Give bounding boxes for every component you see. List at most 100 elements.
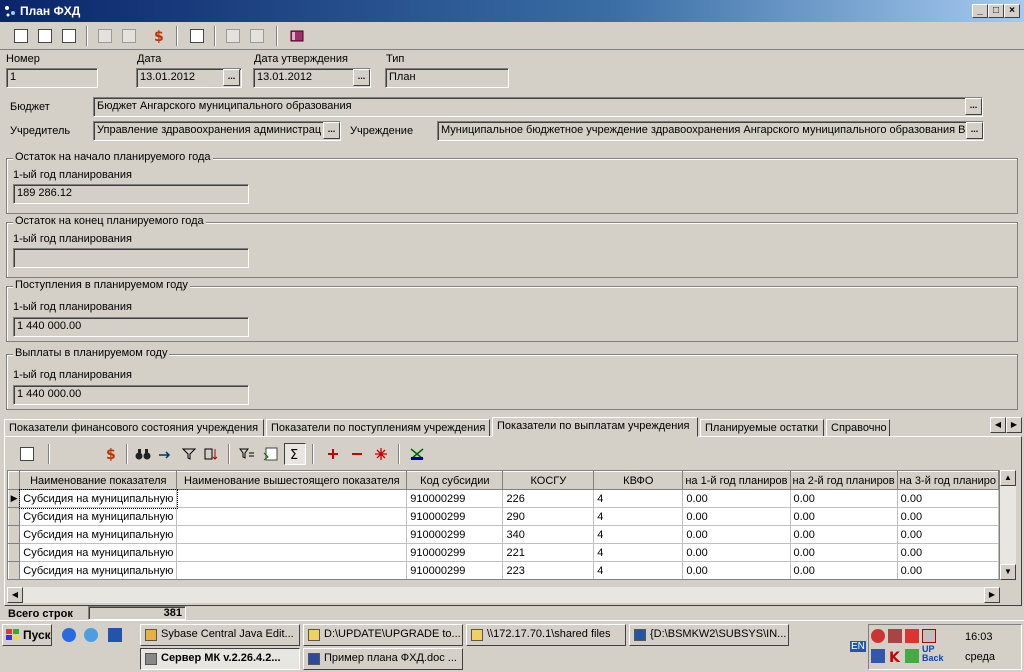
- cell-indicator-name[interactable]: Субсидия на муниципальную: [18, 488, 178, 509]
- cell-kosgu[interactable]: 226: [502, 489, 595, 508]
- cell-subsidy-code[interactable]: 910000299: [406, 561, 504, 579]
- col-indicator-name[interactable]: Наименование показателя: [19, 471, 178, 490]
- book-icon[interactable]: [286, 25, 308, 47]
- founder-field[interactable]: Управление здравоохранения администрац: [93, 121, 341, 141]
- institution-select-button[interactable]: ...: [966, 122, 983, 139]
- calculator-icon[interactable]: [260, 443, 282, 465]
- ie-icon[interactable]: [62, 628, 76, 642]
- row-indicator[interactable]: [8, 543, 21, 562]
- scroll-left-icon[interactable]: ◀: [7, 587, 23, 603]
- cell-subsidy-code[interactable]: 910000299: [406, 525, 504, 544]
- cell-subsidy-code[interactable]: 910000299: [406, 507, 504, 526]
- table-row[interactable]: Субсидия на муниципальную 910000299 340 4 0.…: [8, 525, 999, 544]
- tab-scroll-left-icon[interactable]: ◀: [990, 417, 1006, 433]
- cell-kosgu[interactable]: 340: [502, 525, 595, 544]
- approve-icon[interactable]: [94, 25, 116, 47]
- date-picker-button[interactable]: ...: [223, 69, 240, 86]
- number-field[interactable]: 1: [6, 68, 98, 88]
- start-button[interactable]: Пуск: [2, 624, 52, 646]
- scroll-right-icon[interactable]: ▶: [984, 587, 1000, 603]
- filter-equals-icon[interactable]: [236, 443, 258, 465]
- cell-parent-indicator[interactable]: [176, 489, 408, 508]
- money-icon[interactable]: $: [148, 25, 170, 47]
- founder-select-button[interactable]: ...: [323, 122, 340, 139]
- cell-kvfo[interactable]: 4: [593, 507, 684, 526]
- minimize-button[interactable]: _: [972, 4, 988, 18]
- cell-parent-indicator[interactable]: [176, 507, 408, 526]
- taskbar-word-doc[interactable]: Пример плана ФХД.doc ...: [303, 648, 463, 670]
- table-row[interactable]: ▶ Субсидия на муниципальную 910000299 226 4 0…: [8, 488, 999, 509]
- col-parent-indicator[interactable]: Наименование вышестоящего показателя: [176, 471, 408, 490]
- tab-receipts[interactable]: Показатели по поступлениям учреждения: [266, 419, 490, 437]
- cell-year-2[interactable]: 0.00: [790, 525, 898, 544]
- print-icon[interactable]: [10, 25, 32, 47]
- tab-scroll-right-icon[interactable]: ▶: [1006, 417, 1022, 433]
- cell-year-2[interactable]: 0.00: [790, 507, 898, 526]
- money-icon[interactable]: $: [100, 443, 122, 465]
- col-kosgu[interactable]: КОСГУ: [502, 471, 595, 490]
- cell-subsidy-code[interactable]: 910000299: [406, 489, 504, 508]
- tray-r-icon[interactable]: [922, 629, 936, 643]
- grid-horizontal-scrollbar[interactable]: ◀ ▶: [7, 587, 1000, 603]
- delete-row-icon[interactable]: [346, 443, 368, 465]
- kaspersky-icon[interactable]: K: [888, 649, 902, 666]
- upback-icon[interactable]: UP Back: [922, 645, 944, 665]
- delete-all-icon[interactable]: [370, 443, 392, 465]
- cell-year-1[interactable]: 0.00: [682, 543, 791, 562]
- app-launcher-icon[interactable]: [108, 628, 122, 642]
- approval-date-picker-button[interactable]: ...: [353, 69, 370, 86]
- table-row[interactable]: Субсидия на муниципальную 910000299 223 4 0.…: [8, 561, 999, 579]
- current-row-indicator-icon[interactable]: ▶: [8, 489, 21, 508]
- taskbar-server-mk[interactable]: Сервер МК v.2.26.4.2...: [140, 648, 300, 670]
- cell-parent-indicator[interactable]: [176, 561, 408, 579]
- cell-subsidy-code[interactable]: 910000299: [406, 543, 504, 562]
- cell-year-1[interactable]: 0.00: [682, 561, 791, 579]
- cell-indicator-name[interactable]: Субсидия на муниципальную: [19, 561, 178, 579]
- restore-button[interactable]: □: [988, 4, 1004, 18]
- cell-year-3[interactable]: 0.00: [897, 489, 999, 508]
- institution-field[interactable]: Муниципальное бюджетное учреждение здрав…: [437, 121, 984, 141]
- clear-icon[interactable]: [406, 443, 428, 465]
- filter-icon[interactable]: [178, 443, 200, 465]
- col-year-1[interactable]: на 1-й год планиров: [682, 471, 791, 490]
- cell-year-3[interactable]: 0.00: [897, 543, 999, 562]
- binoculars-icon[interactable]: [132, 443, 154, 465]
- cell-year-3[interactable]: 0.00: [897, 525, 999, 544]
- forward-icon[interactable]: [222, 25, 244, 47]
- tray-app-icon[interactable]: [888, 629, 902, 643]
- cell-year-1[interactable]: 0.00: [682, 525, 791, 544]
- sum-icon[interactable]: Σ: [284, 443, 306, 465]
- col-subsidy-code[interactable]: Код субсидии: [406, 471, 504, 490]
- taskbar-bsmkw2[interactable]: {D:\BSMKW2\SUBSYS\IN...: [629, 624, 789, 646]
- cell-kvfo[interactable]: 4: [593, 543, 684, 562]
- cell-kvfo[interactable]: 4: [593, 489, 684, 508]
- payments-field[interactable]: 1 440 000.00: [13, 385, 249, 405]
- browser-icon[interactable]: [84, 628, 98, 642]
- new-document-icon[interactable]: [16, 443, 38, 465]
- row-indicator[interactable]: [8, 561, 21, 579]
- row-indicator[interactable]: [8, 525, 21, 544]
- tab-financial-state[interactable]: Показатели финансового состояния учрежде…: [4, 419, 264, 437]
- type-field[interactable]: План: [385, 68, 509, 88]
- tray-green-icon[interactable]: [905, 649, 919, 663]
- cell-kosgu[interactable]: 223: [502, 561, 595, 579]
- language-indicator[interactable]: EN: [850, 641, 866, 652]
- cell-year-3[interactable]: 0.00: [897, 561, 999, 579]
- cell-parent-indicator[interactable]: [176, 525, 408, 544]
- cell-parent-indicator[interactable]: [176, 543, 408, 562]
- close-button[interactable]: ×: [1004, 4, 1020, 18]
- table-row[interactable]: Субсидия на муниципальную 910000299 290 4 0.…: [8, 507, 999, 526]
- add-row-icon[interactable]: [322, 443, 344, 465]
- cell-year-2[interactable]: 0.00: [790, 489, 898, 508]
- tab-payments[interactable]: Показатели по выплатам учреждения: [492, 417, 698, 437]
- copy-icon[interactable]: [246, 25, 268, 47]
- taskbar-sybase[interactable]: Sybase Central Java Edit...: [140, 624, 300, 646]
- cell-kosgu[interactable]: 290: [502, 507, 595, 526]
- cell-year-1[interactable]: 0.00: [682, 507, 791, 526]
- table-row[interactable]: Субсидия на муниципальную 910000299 221 4 0.…: [8, 543, 999, 562]
- cell-indicator-name[interactable]: Субсидия на муниципальную: [19, 543, 178, 562]
- export-icon[interactable]: [58, 25, 80, 47]
- scroll-up-icon[interactable]: ▲: [1000, 470, 1016, 486]
- row-indicator[interactable]: [8, 507, 21, 526]
- scroll-down-icon[interactable]: ▼: [1000, 564, 1016, 580]
